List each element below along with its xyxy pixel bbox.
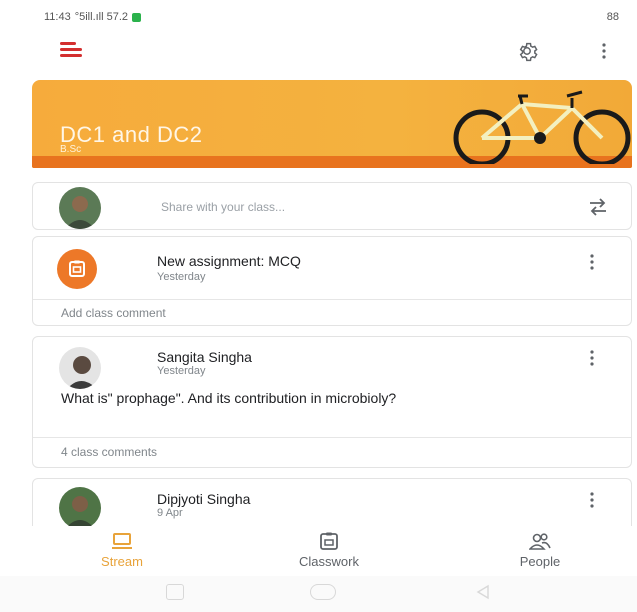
class-title: DC1 and DC2 [60,122,203,147]
divider [33,437,631,438]
battery-indicator: 88 [606,11,619,23]
more-vert-icon[interactable] [598,40,610,62]
status-time: 11:43 [44,11,71,23]
people-icon [529,533,551,550]
user-avatar-icon [59,487,101,529]
avatar [59,187,101,229]
more-vert-icon[interactable] [589,253,595,271]
assignment-title: New assignment: MCQ [157,253,301,269]
status-left: 11:43 °5ill.ıll 57.2 [44,11,142,23]
status-bar: 11:43 °5ill.ıll 57.2 88 [0,0,637,34]
tab-classwork-label: Classwork [299,554,359,569]
user-avatar-icon [59,187,101,229]
tab-people-label: People [519,554,561,569]
assignment-time: Yesterday [157,271,206,283]
menu-icon[interactable] [60,42,86,58]
post-author: Sangita Singha [157,349,252,365]
post-card[interactable]: Dipjyoti Singha 9 Apr [32,478,632,529]
tab-classwork[interactable]: Classwork [262,526,396,576]
add-class-comment[interactable]: Add class comment [61,306,166,320]
classwork-icon [320,532,338,550]
avatar [59,487,101,529]
bottom-nav: Stream Classwork People [0,526,637,576]
share-card[interactable]: Share with your class... [32,182,632,230]
divider [33,299,631,300]
tab-people[interactable]: People [492,526,588,576]
class-subtitle: B.Sc [60,144,82,155]
share-input[interactable]: Share with your class... [161,200,285,214]
post-author: Dipjyoti Singha [157,491,251,507]
assignment-icon [57,249,97,289]
status-signal: °5ill.ıll 57.2 [74,11,129,23]
bicycle-illustration-icon [453,90,631,164]
post-time: Yesterday [157,365,206,377]
settings-icon[interactable] [516,40,538,62]
recent-apps-icon[interactable] [166,584,184,600]
post-time: 9 Apr [157,507,183,519]
post-card[interactable]: Sangita Singha Yesterday What is" propha… [32,336,632,468]
notification-icon [132,12,142,22]
app-bar [0,34,637,68]
swap-icon[interactable] [587,197,609,217]
class-banner[interactable]: DC1 and DC2 B.Sc [32,80,632,168]
system-nav-bar [0,576,637,612]
stream-icon [112,533,132,549]
more-vert-icon[interactable] [589,491,595,509]
class-comments-link[interactable]: 4 class comments [61,445,157,459]
avatar [59,347,101,389]
tab-stream[interactable]: Stream [72,526,172,576]
assignment-card[interactable]: New assignment: MCQ Yesterday Add class … [32,236,632,326]
tab-stream-label: Stream [101,554,143,569]
back-icon[interactable] [474,584,492,600]
more-vert-icon[interactable] [589,349,595,367]
user-avatar-icon [59,347,101,389]
post-body: What is" prophage". And its contribution… [61,390,397,406]
home-icon[interactable] [310,584,336,600]
